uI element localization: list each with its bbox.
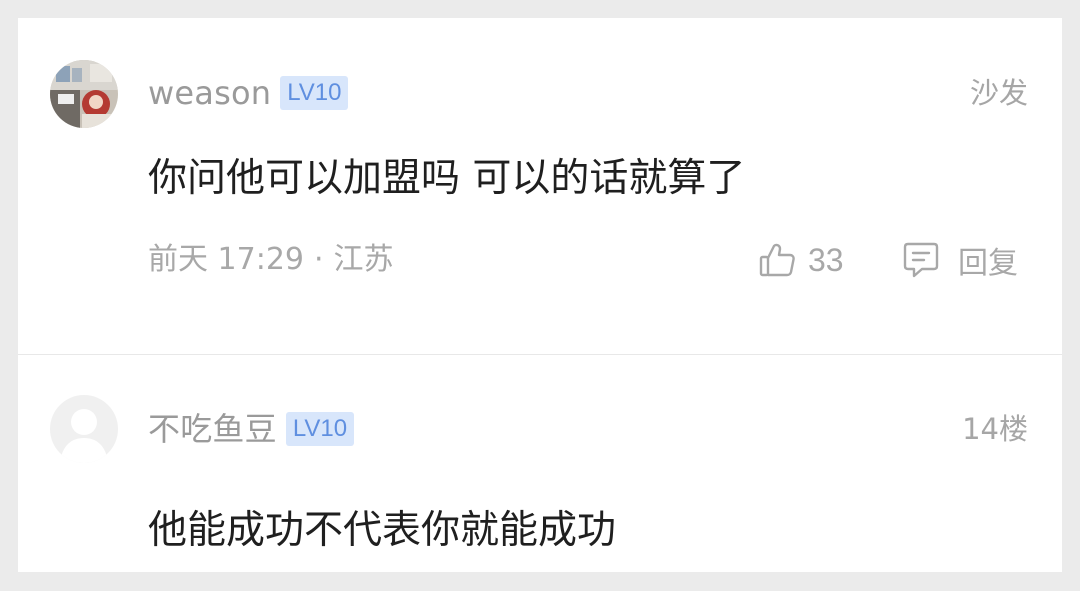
comment-list: weason LV10 沙发 你问他可以加盟吗 可以的话就算了 前天 17:29… bbox=[18, 18, 1062, 572]
meta-separator: · bbox=[314, 242, 324, 277]
floor-label: 沙发 bbox=[969, 76, 1028, 110]
thumbs-up-icon bbox=[758, 241, 796, 279]
reply-button[interactable]: 回复 bbox=[902, 238, 1018, 282]
comment-time: 前天 17:29 bbox=[148, 242, 304, 277]
comment-text: 你问他可以加盟吗 可以的话就算了 bbox=[148, 156, 746, 201]
level-badge: LV10 bbox=[285, 412, 355, 446]
comment-meta: 前天 17:29 · 江苏 bbox=[148, 240, 394, 280]
username[interactable]: 不吃鱼豆 bbox=[148, 409, 277, 449]
default-avatar-icon bbox=[50, 395, 118, 463]
level-badge: LV10 bbox=[280, 76, 349, 110]
comment-bubble-icon bbox=[902, 240, 940, 280]
user-info: 不吃鱼豆 LV10 bbox=[148, 409, 355, 449]
comment-item: weason LV10 沙发 你问他可以加盟吗 可以的话就算了 前天 17:29… bbox=[18, 18, 1062, 354]
photo-avatar-icon bbox=[50, 60, 118, 128]
reply-label: 回复 bbox=[958, 246, 1018, 281]
user-info: weason LV10 bbox=[148, 73, 349, 113]
username[interactable]: weason bbox=[148, 73, 271, 113]
user-avatar[interactable] bbox=[50, 60, 118, 128]
floor-label: 14楼 bbox=[962, 412, 1028, 446]
like-count: 33 bbox=[808, 241, 844, 278]
like-button[interactable]: 33 bbox=[758, 238, 844, 282]
comment-item: 不吃鱼豆 LV10 14楼 他能成功不代表你就能成功 bbox=[18, 355, 1062, 572]
comment-text: 他能成功不代表你就能成功 bbox=[148, 508, 617, 553]
comment-location: 江苏 bbox=[333, 242, 394, 277]
user-avatar[interactable] bbox=[50, 395, 118, 463]
